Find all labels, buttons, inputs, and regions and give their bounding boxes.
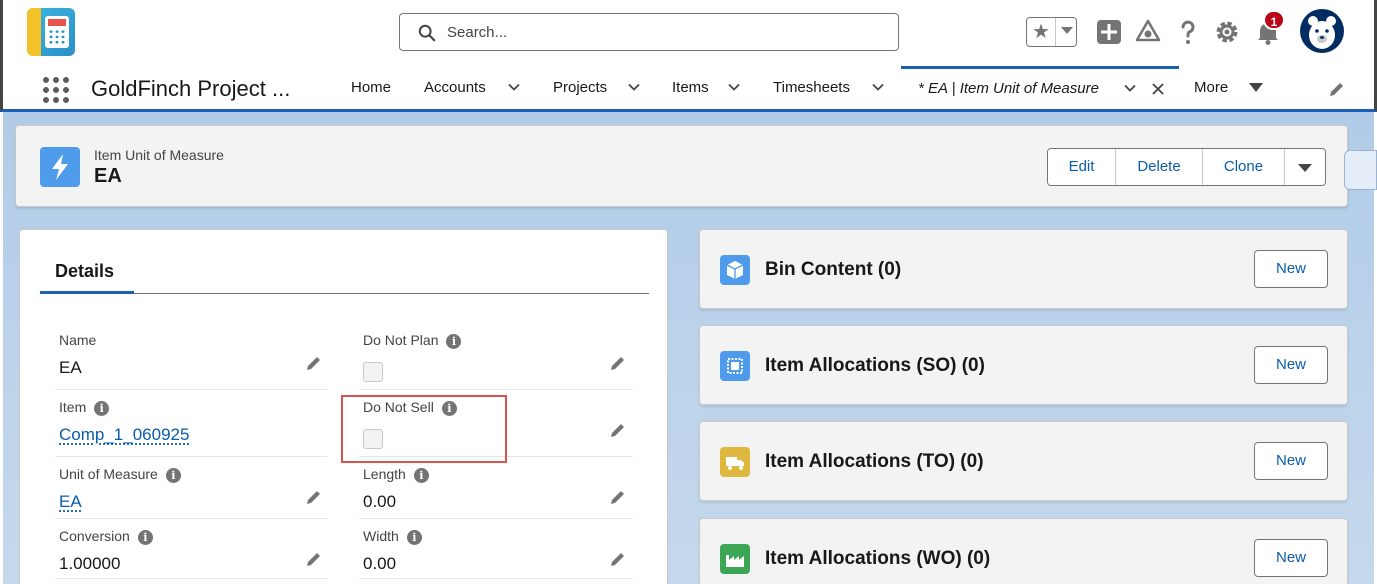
edit-pencil-icon[interactable]	[609, 354, 627, 372]
record-actions: Edit Delete Clone	[1047, 148, 1326, 186]
search-icon	[418, 24, 436, 42]
more-dropdown-icon[interactable]	[1249, 83, 1263, 92]
edit-button[interactable]: Edit	[1048, 149, 1116, 185]
user-avatar[interactable]	[1300, 9, 1344, 53]
info-icon[interactable]: i	[138, 530, 153, 545]
edit-pencil-icon[interactable]	[305, 550, 323, 568]
edit-pencil-icon[interactable]	[609, 421, 627, 439]
new-button[interactable]: New	[1254, 250, 1328, 288]
record-title: EA	[94, 165, 122, 188]
info-icon[interactable]: i	[414, 468, 429, 483]
related-list-item-allocations-to: Item Allocations (TO) (0) New	[699, 421, 1348, 501]
field-value: 0.00	[363, 554, 396, 574]
related-list-title[interactable]: Item Allocations (WO) (0)	[765, 548, 990, 570]
notification-badge: 1	[1263, 10, 1285, 30]
record-type-label: Item Unit of Measure	[94, 147, 224, 163]
close-tab-icon[interactable]	[1151, 82, 1165, 96]
edit-pencil-icon[interactable]	[305, 354, 323, 372]
edit-pencil-icon[interactable]	[609, 550, 627, 568]
delete-button[interactable]: Delete	[1116, 149, 1203, 185]
allocation-icon	[720, 351, 750, 381]
nav-item-accounts[interactable]: Accounts	[424, 66, 524, 109]
related-list-item-allocations-wo: Item Allocations (WO) (0) New	[699, 518, 1348, 584]
nav-item-more[interactable]: More	[1194, 66, 1228, 109]
related-list-title[interactable]: Item Allocations (SO) (0)	[765, 355, 985, 377]
info-icon[interactable]: i	[446, 334, 461, 349]
nav-item-projects[interactable]: Projects	[553, 66, 643, 109]
nav-item-items[interactable]: Items	[672, 66, 744, 109]
item-link[interactable]: Comp_1_060925	[59, 425, 189, 445]
related-list-item-allocations-so: Item Allocations (SO) (0) New	[699, 325, 1348, 405]
info-icon[interactable]: i	[94, 401, 109, 416]
field-value: EA	[59, 358, 82, 378]
field-label: Width i	[363, 528, 422, 545]
info-icon[interactable]: i	[166, 468, 181, 483]
global-search[interactable]: Search...	[399, 13, 899, 51]
new-button[interactable]: New	[1254, 539, 1328, 577]
related-list-title[interactable]: Bin Content (0)	[765, 259, 901, 281]
field-value: 0.00	[363, 492, 396, 512]
edit-pencil-icon[interactable]	[609, 488, 627, 506]
edit-nav-pencil-icon[interactable]	[1328, 80, 1346, 98]
global-header: Search... ★ 1	[0, 0, 1377, 66]
lightning-record-icon	[40, 147, 80, 187]
related-list-title[interactable]: Item Allocations (TO) (0)	[765, 451, 984, 473]
field-label: Do Not Plan i	[363, 332, 461, 349]
do-not-plan-checkbox[interactable]	[363, 362, 383, 382]
unit-of-measure-link[interactable]: EA	[59, 492, 82, 512]
chevron-down-icon[interactable]	[628, 81, 640, 93]
goldfinch-logo[interactable]	[27, 8, 75, 56]
chevron-down-icon[interactable]	[872, 81, 884, 93]
new-button[interactable]: New	[1254, 346, 1328, 384]
favorites-dropdown-icon[interactable]	[1061, 27, 1073, 34]
chevron-down-icon	[1298, 164, 1312, 172]
help-icon[interactable]	[1174, 18, 1202, 46]
chevron-down-icon[interactable]	[1124, 82, 1136, 94]
app-name: GoldFinch Project ...	[91, 76, 290, 102]
clone-button[interactable]: Clone	[1203, 149, 1285, 185]
info-icon[interactable]: i	[407, 530, 422, 545]
highlight-box-do-not-sell	[341, 395, 507, 463]
truck-icon	[720, 447, 750, 477]
field-label: Conversion i	[59, 528, 153, 545]
field-label: Length i	[363, 466, 429, 483]
nav-item-timesheets[interactable]: Timesheets	[773, 66, 889, 109]
app-navigation-bar: GoldFinch Project ... Home Accounts Proj…	[0, 66, 1377, 112]
more-actions-button[interactable]	[1285, 149, 1325, 185]
tab-ea-item-unit-of-measure[interactable]: * EA | Item Unit of Measure	[901, 66, 1179, 109]
factory-icon	[720, 544, 750, 574]
chevron-down-icon[interactable]	[508, 81, 520, 93]
trailhead-icon[interactable]	[1134, 18, 1162, 46]
utility-panel-toggle[interactable]	[1344, 150, 1377, 190]
tab-details[interactable]: Details	[55, 261, 114, 282]
edit-pencil-icon[interactable]	[305, 488, 323, 506]
cube-icon	[720, 255, 750, 285]
field-value: 1.00000	[59, 554, 120, 574]
related-list-bin-content: Bin Content (0) New	[699, 229, 1348, 309]
nav-item-home[interactable]: Home	[351, 66, 391, 109]
app-launcher-icon[interactable]	[41, 75, 71, 105]
chevron-down-icon[interactable]	[728, 81, 740, 93]
search-placeholder: Search...	[447, 24, 507, 41]
setup-gear-icon[interactable]	[1213, 18, 1241, 46]
bear-avatar-icon	[1300, 9, 1344, 53]
field-label: Name	[59, 332, 96, 348]
field-label: Item i	[59, 399, 109, 416]
record-header: Item Unit of Measure EA Edit Delete Clon…	[15, 125, 1348, 207]
star-icon: ★	[1032, 21, 1050, 43]
favorites-button[interactable]: ★	[1026, 17, 1077, 47]
field-label: Unit of Measure i	[59, 466, 181, 483]
global-add-icon[interactable]	[1095, 18, 1123, 46]
new-button[interactable]: New	[1254, 442, 1328, 480]
